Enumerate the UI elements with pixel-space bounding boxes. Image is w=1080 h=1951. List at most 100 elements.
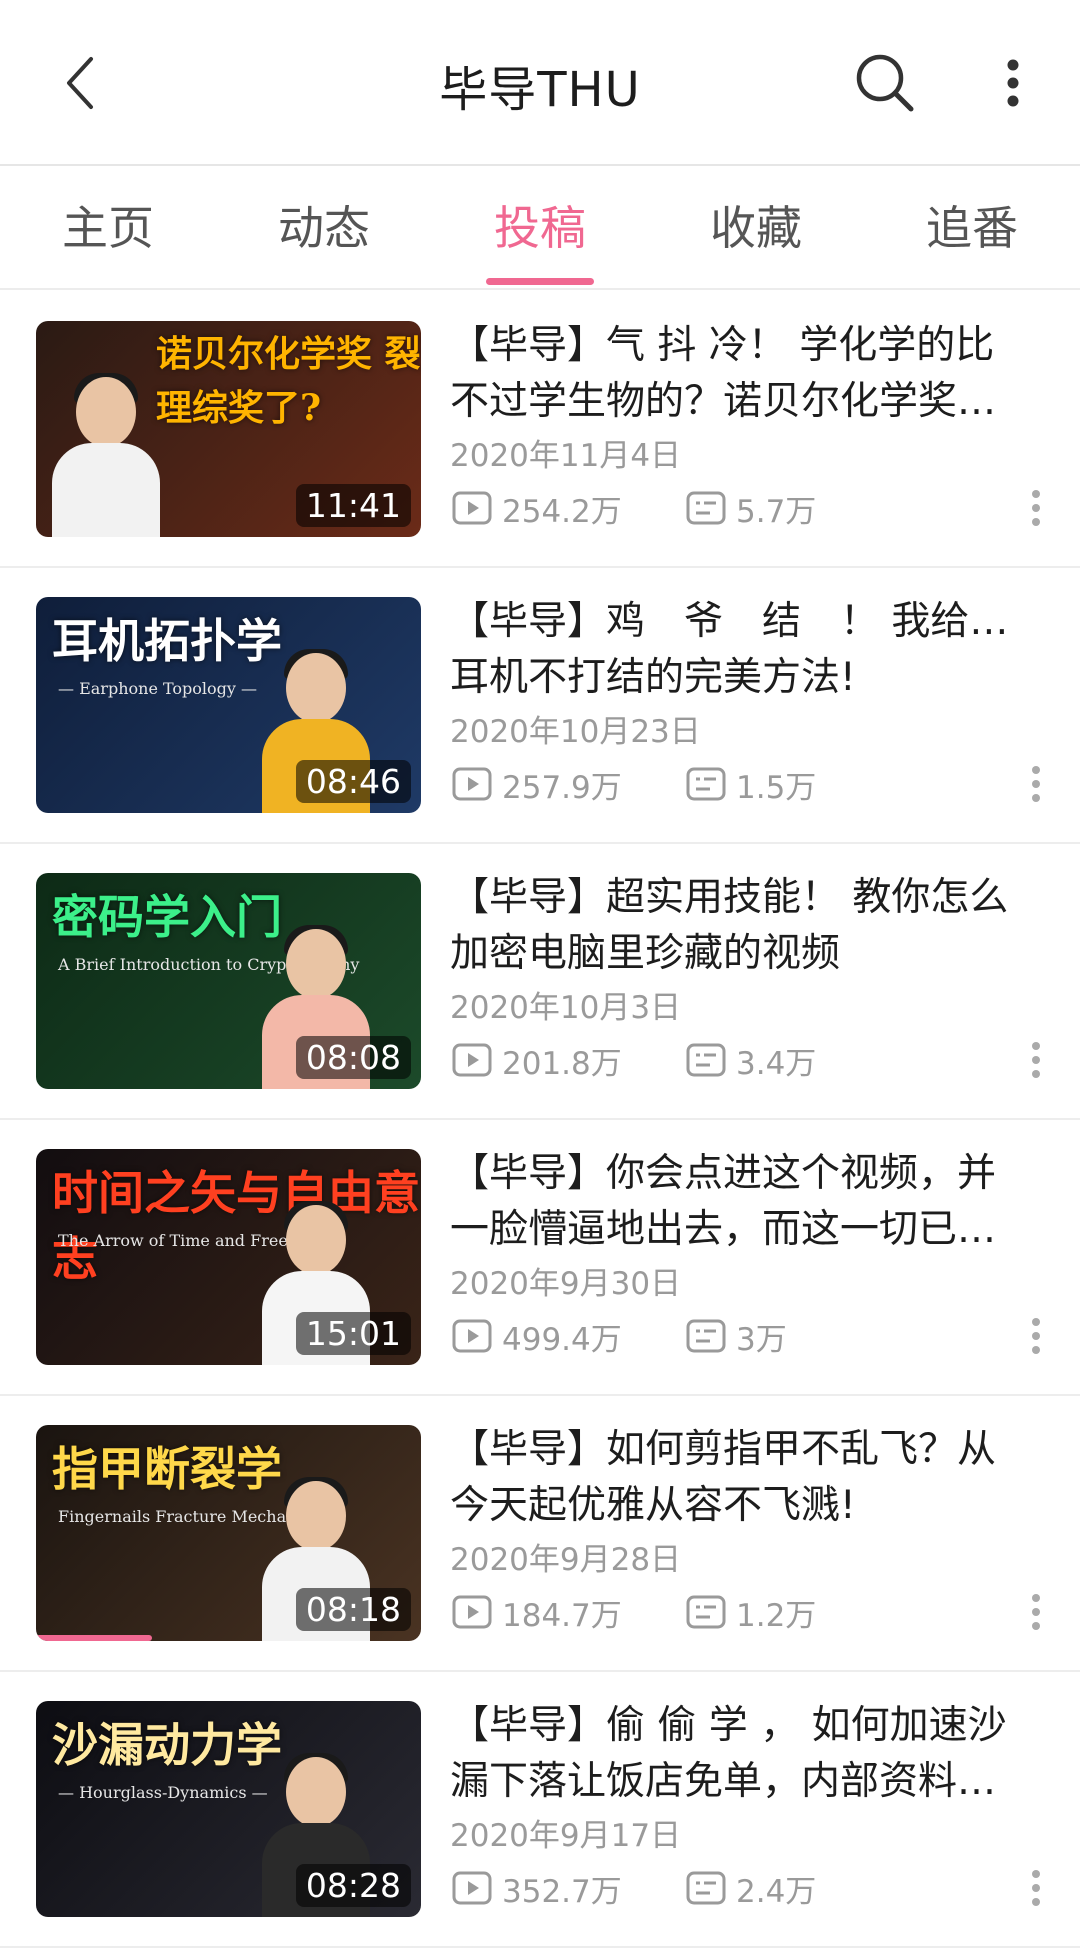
top-bar: 毕导THU [0, 0, 1080, 166]
active-tab-indicator [486, 278, 594, 285]
danmaku-count: 3万 [686, 1312, 787, 1360]
danmaku-icon [686, 1319, 726, 1353]
video-title-line: 加密电脑里珍藏的视频 [450, 931, 841, 976]
play-count: 499.4万 [452, 1312, 622, 1360]
play-count-value: 257.9万 [502, 769, 622, 806]
item-more-icon[interactable] [1012, 1580, 1060, 1644]
video-title[interactable]: 【毕导】超实用技能！ 教你怎么 加密电脑里珍藏的视频 [450, 870, 1042, 982]
video-title-line: 不过学生物的？诺贝尔化学奖… [450, 379, 997, 424]
danmaku-count-value: 3.4万 [736, 1045, 817, 1082]
danmaku-count-value: 2.4万 [736, 1873, 817, 1910]
video-stats: 499.4万 3万 [450, 1312, 1042, 1360]
thumbnail-title-art: 沙漏动力学 [52, 1718, 282, 1772]
video-title-line: 耳机不打结的完美方法! [450, 655, 856, 700]
profile-tabs: 主页 动态 投稿 收藏 追番 [0, 166, 1080, 290]
thumbnail-title-art: 耳机拓扑学 [52, 614, 282, 668]
tab-uploads[interactable]: 投稿 [450, 166, 630, 290]
video-date: 2020年11月4日 [450, 438, 682, 474]
play-icon [452, 1043, 492, 1077]
video-title-line: 漏下落让饭店免单，内部资料… [450, 1759, 997, 1804]
video-info: 【毕导】鸡 爷 结 ！ 我给出了 耳机不打结的完美方法! 2020年10月23日… [450, 594, 1042, 808]
tab-dynamics[interactable]: 动态 [234, 166, 414, 290]
video-title[interactable]: 【毕导】如何剪指甲不乱飞？从 今天起优雅从容不飞溅! [450, 1422, 1042, 1534]
video-stats: 254.2万 5.7万 [450, 484, 1042, 532]
thumbnail-subtitle: — Hourglass-Dynamics — [58, 1783, 268, 1802]
video-title-line: 一脸懵逼地出去，而这一切已… [450, 1207, 997, 1252]
thumbnail-subtitle: — Earphone Topology — [58, 679, 258, 698]
video-list: 诺贝尔化学奖 裂变理综奖了? 11:41 【毕导】气 抖 冷！ 学化学的比 不过… [0, 292, 1080, 1948]
video-date: 2020年10月3日 [450, 990, 682, 1026]
tab-favorites[interactable]: 收藏 [666, 166, 846, 290]
video-item[interactable]: 沙漏动力学 — Hourglass-Dynamics — 08:28 【毕导】偷… [0, 1672, 1080, 1948]
play-count: 352.7万 [452, 1864, 622, 1912]
video-date: 2020年9月30日 [450, 1266, 682, 1302]
video-stats: 184.7万 1.2万 [450, 1588, 1042, 1636]
video-duration: 08:46 [295, 760, 411, 803]
video-title-line: 【毕导】如何剪指甲不乱飞？从 [450, 1427, 997, 1472]
video-title[interactable]: 【毕导】气 抖 冷！ 学化学的比 不过学生物的？诺贝尔化学奖… [450, 318, 1042, 430]
play-count: 257.9万 [452, 760, 622, 808]
video-date: 2020年9月28日 [450, 1542, 682, 1578]
video-title[interactable]: 【毕导】你会点进这个视频，并 一脸懵逼地出去，而这一切已… [450, 1146, 1042, 1258]
play-count-value: 499.4万 [502, 1321, 622, 1358]
video-item[interactable]: 耳机拓扑学 — Earphone Topology — 08:46 【毕导】鸡 … [0, 568, 1080, 844]
danmaku-count: 1.5万 [686, 760, 816, 808]
video-info: 【毕导】如何剪指甲不乱飞？从 今天起优雅从容不飞溅! 2020年9月28日 18… [450, 1422, 1042, 1636]
play-count-value: 352.7万 [502, 1873, 622, 1910]
video-title-line: 今天起优雅从容不飞溅! [450, 1483, 856, 1528]
search-icon[interactable] [840, 38, 930, 128]
item-more-icon[interactable] [1012, 1304, 1060, 1368]
danmaku-icon [686, 1595, 726, 1629]
video-thumbnail[interactable]: 时间之矢与自由意志 The Arrow of Time and Free Wil… [36, 1149, 421, 1365]
video-thumbnail[interactable]: 密码学入门 A Brief Introduction to Cryptograp… [36, 873, 421, 1089]
video-title-line: 【毕导】偷 偷 学 ， 如何加速沙 [450, 1703, 1007, 1748]
video-thumbnail[interactable]: 诺贝尔化学奖 裂变理综奖了? 11:41 [36, 321, 421, 537]
tab-anime[interactable]: 追番 [882, 166, 1062, 290]
play-count: 254.2万 [452, 484, 622, 532]
watch-progress-bar [36, 1635, 152, 1641]
video-duration: 11:41 [295, 484, 411, 527]
danmaku-count: 3.4万 [686, 1036, 816, 1084]
danmaku-icon [686, 767, 726, 801]
video-thumbnail[interactable]: 沙漏动力学 — Hourglass-Dynamics — 08:28 [36, 1701, 421, 1917]
video-title-line: 【毕导】超实用技能！ 教你怎么 [450, 875, 1009, 920]
video-thumbnail[interactable]: 指甲断裂学 Fingernails Fracture Mechanics 08:… [36, 1425, 421, 1641]
video-duration: 08:08 [295, 1036, 411, 1079]
video-item[interactable]: 密码学入门 A Brief Introduction to Cryptograp… [0, 844, 1080, 1120]
thumbnail-title-art: 诺贝尔化学奖 裂变理综奖了? [156, 333, 421, 429]
video-stats: 352.7万 2.4万 [450, 1864, 1042, 1912]
play-icon [452, 491, 492, 525]
video-title-line: 【毕导】鸡 爷 结 ！ 我给出了 [450, 599, 1042, 644]
play-count-value: 184.7万 [502, 1597, 622, 1634]
item-more-icon[interactable] [1012, 476, 1060, 540]
presenter-figure [46, 373, 166, 537]
video-stats: 257.9万 1.5万 [450, 760, 1042, 808]
video-info: 【毕导】超实用技能！ 教你怎么 加密电脑里珍藏的视频 2020年10月3日 20… [450, 870, 1042, 1084]
play-count: 184.7万 [452, 1588, 622, 1636]
item-more-icon[interactable] [1012, 1028, 1060, 1092]
video-duration: 08:28 [295, 1864, 411, 1907]
more-vertical-icon[interactable] [968, 38, 1058, 128]
video-stats: 201.8万 3.4万 [450, 1036, 1042, 1084]
video-item[interactable]: 指甲断裂学 Fingernails Fracture Mechanics 08:… [0, 1396, 1080, 1672]
play-icon [452, 1319, 492, 1353]
video-item[interactable]: 诺贝尔化学奖 裂变理综奖了? 11:41 【毕导】气 抖 冷！ 学化学的比 不过… [0, 292, 1080, 568]
danmaku-count-value: 1.2万 [736, 1597, 817, 1634]
danmaku-count: 1.2万 [686, 1588, 816, 1636]
video-item[interactable]: 时间之矢与自由意志 The Arrow of Time and Free Wil… [0, 1120, 1080, 1396]
video-date: 2020年10月23日 [450, 714, 701, 750]
play-count-value: 254.2万 [502, 493, 622, 530]
video-duration: 15:01 [295, 1312, 411, 1355]
thumbnail-title-art: 密码学入门 [52, 890, 282, 944]
item-more-icon[interactable] [1012, 1856, 1060, 1920]
play-icon [452, 1595, 492, 1629]
video-title[interactable]: 【毕导】鸡 爷 结 ！ 我给出了 耳机不打结的完美方法! [450, 594, 1042, 706]
play-icon [452, 767, 492, 801]
tab-home[interactable]: 主页 [18, 166, 198, 290]
video-date: 2020年9月17日 [450, 1818, 682, 1854]
video-title-line: 【毕导】你会点进这个视频，并 [450, 1151, 997, 1196]
video-title[interactable]: 【毕导】偷 偷 学 ， 如何加速沙 漏下落让饭店免单，内部资料… [450, 1698, 1042, 1810]
thumbnail-title-art: 指甲断裂学 [52, 1442, 282, 1496]
item-more-icon[interactable] [1012, 752, 1060, 816]
video-thumbnail[interactable]: 耳机拓扑学 — Earphone Topology — 08:46 [36, 597, 421, 813]
